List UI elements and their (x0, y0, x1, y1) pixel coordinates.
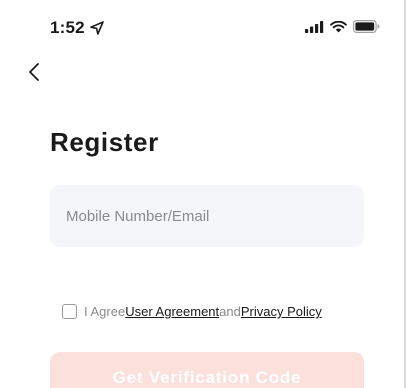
cellular-signal-icon (305, 20, 324, 33)
agree-conjunction: and (219, 304, 241, 319)
location-arrow-icon (90, 21, 104, 35)
status-time-text: 1:52 (50, 18, 85, 37)
status-time: 1:52 (50, 18, 104, 38)
agree-prefix: I Agree (84, 304, 126, 319)
mobile-email-input[interactable] (50, 185, 364, 247)
status-icons (305, 20, 380, 33)
get-verification-code-button[interactable]: Get Verification Code (50, 352, 364, 388)
user-agreement-link[interactable]: User Agreement (125, 304, 219, 319)
privacy-policy-link[interactable]: Privacy Policy (241, 304, 322, 319)
back-button[interactable] (20, 58, 48, 86)
status-bar: 1:52 (0, 0, 406, 44)
agreement-row: I Agree User Agreement and Privacy Polic… (62, 304, 322, 319)
battery-icon (353, 20, 380, 33)
chevron-left-icon (29, 63, 39, 81)
agree-checkbox[interactable] (62, 304, 77, 319)
register-screen: 1:52 Register Mobile Number/Email I Agre… (0, 0, 406, 388)
page-title: Register (50, 127, 159, 157)
wifi-icon (330, 20, 347, 32)
